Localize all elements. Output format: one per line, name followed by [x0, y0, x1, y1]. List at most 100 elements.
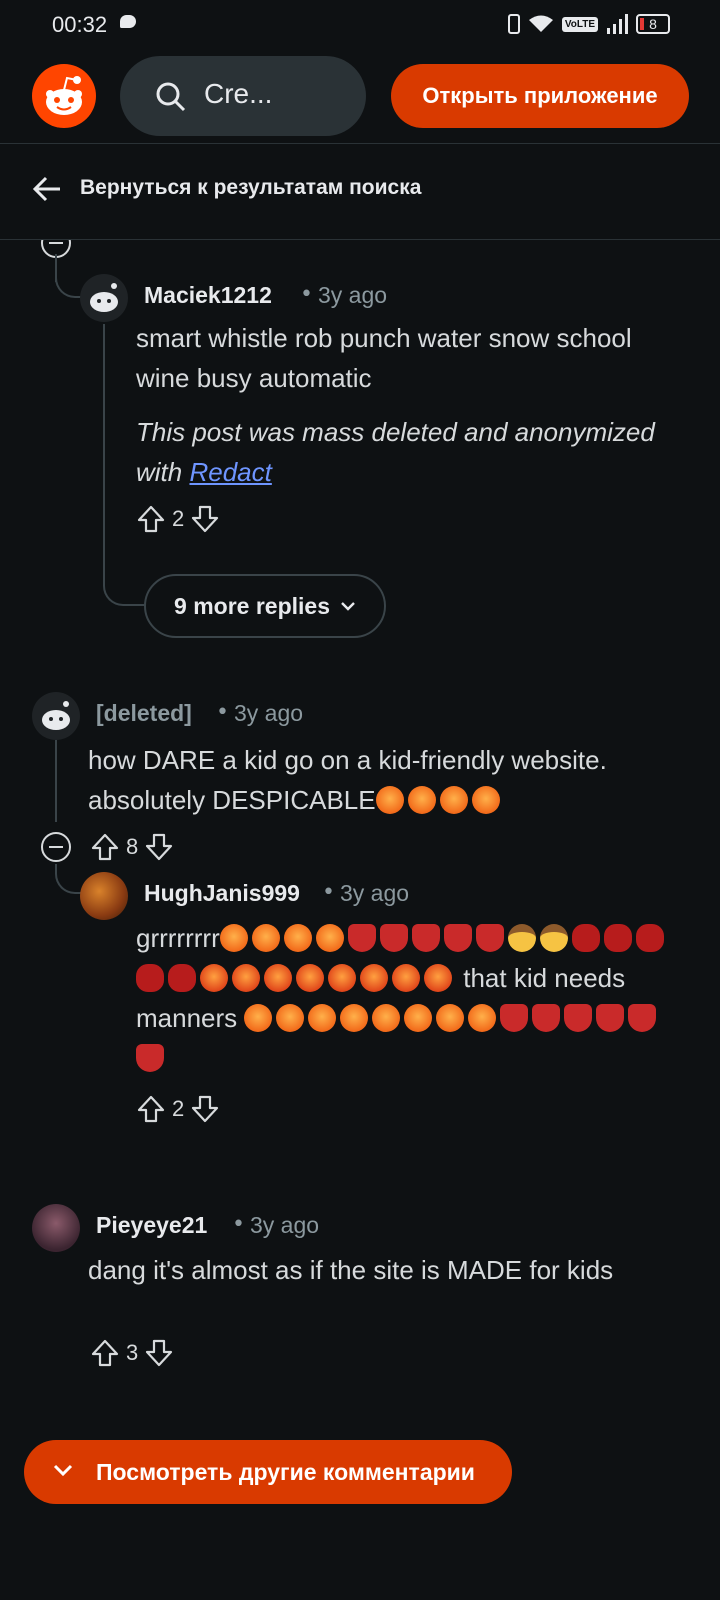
angry-emoji — [436, 1004, 465, 1032]
angry-emoji — [251, 924, 280, 952]
ogre-emoji — [168, 964, 196, 992]
comment-time: 3y ago — [318, 282, 388, 308]
top-app-bar: Cre... Открыть приложение — [0, 48, 720, 144]
angry-emoji — [404, 1004, 433, 1032]
search-field[interactable]: Cre... — [120, 56, 366, 136]
separator-dot: • — [300, 282, 313, 307]
collapse-thread-icon[interactable] — [41, 832, 71, 862]
downvote-icon[interactable] — [144, 1338, 174, 1368]
angry-emoji — [471, 786, 500, 814]
cursing-emoji — [328, 964, 356, 992]
comment-time: 3y ago — [234, 700, 304, 726]
snoo-avatar-icon — [42, 701, 70, 730]
cursing-emoji — [360, 964, 388, 992]
chevron-down-icon — [341, 602, 355, 611]
goblin-emoji — [500, 1004, 529, 1032]
more-replies-button[interactable]: 9 more replies — [144, 574, 386, 638]
goblin-emoji — [564, 1004, 593, 1032]
comment-username: [deleted] — [96, 700, 192, 726]
separator-dot: • — [216, 700, 229, 725]
comment-time: 3y ago — [340, 880, 410, 906]
search-query: Cre... — [204, 78, 273, 109]
comment-body: dang it's almost as if the site is MADE … — [88, 1250, 648, 1290]
angry-emoji — [407, 786, 436, 814]
comment-body: how DARE a kid go on a kid-friendly webs… — [88, 740, 688, 820]
goblin-emoji — [443, 924, 472, 952]
cowboy-emoji — [507, 924, 536, 952]
open-app-button[interactable]: Открыть приложение — [391, 64, 689, 128]
vote-bar: 3 — [90, 1336, 174, 1370]
comment-feed: Maciek1212 • 3y ago smart whistle rob pu… — [0, 240, 720, 1600]
angry-emoji — [276, 1004, 305, 1032]
cursing-emoji — [424, 964, 452, 992]
upvote-icon[interactable] — [136, 1094, 166, 1124]
avatar[interactable] — [80, 872, 128, 920]
ogre-emoji — [603, 924, 632, 952]
downvote-icon[interactable] — [190, 504, 220, 534]
vote-count: 2 — [172, 506, 185, 531]
angry-emoji — [439, 786, 468, 814]
goblin-emoji — [532, 1004, 561, 1032]
downvote-icon[interactable] — [190, 1094, 220, 1124]
vibrate-icon — [507, 14, 520, 34]
comment-text: dang it's almost as if the site is MADE … — [88, 1255, 614, 1285]
ogre-emoji — [136, 964, 164, 992]
vote-bar: 8 — [90, 830, 174, 864]
comment-body: grrrrrrrr that kid needs manners — [136, 918, 676, 1078]
goblin-emoji — [136, 1044, 164, 1072]
comment-username[interactable]: Maciek1212 — [144, 282, 272, 309]
upvote-icon[interactable] — [136, 504, 166, 534]
search-icon — [156, 82, 186, 112]
angry-emoji — [315, 924, 344, 952]
upvote-icon[interactable] — [90, 832, 120, 862]
thread-connector — [55, 274, 81, 298]
vote-bar: 2 — [136, 1092, 220, 1126]
view-more-comments-button[interactable]: Посмотреть другие комментарии — [24, 1440, 512, 1504]
snoo-avatar-icon — [90, 283, 118, 312]
avatar[interactable] — [32, 692, 80, 740]
goblin-emoji — [475, 924, 504, 952]
status-bar: 00:32 VoLTE 8 — [0, 0, 720, 48]
downvote-icon[interactable] — [144, 832, 174, 862]
angry-emoji — [340, 1004, 369, 1032]
comment-time: 3y ago — [250, 1212, 320, 1238]
cursing-emoji — [232, 964, 260, 992]
angry-emoji — [308, 1004, 337, 1032]
angry-emoji — [283, 924, 312, 952]
view-more-label: Посмотреть другие комментарии — [96, 1459, 475, 1485]
cowboy-emoji — [539, 924, 568, 952]
avatar[interactable] — [32, 1204, 80, 1252]
goblin-emoji — [411, 924, 440, 952]
comment-username[interactable]: Pieyeye21 — [96, 1212, 207, 1239]
goblin-emoji — [628, 1004, 657, 1032]
comment-username[interactable]: HughJanis999 — [144, 880, 300, 907]
comment-text: smart whistle rob punch water snow schoo… — [136, 323, 632, 393]
thread-line — [55, 740, 57, 822]
vote-count: 8 — [126, 834, 139, 859]
snoo-icon — [42, 76, 82, 120]
more-replies-label: 9 more replies — [174, 592, 330, 619]
cursing-emoji — [392, 964, 420, 992]
cursing-emoji — [200, 964, 228, 992]
chevron-down-icon — [53, 1464, 73, 1477]
ogre-emoji — [571, 924, 600, 952]
signal-icon — [607, 14, 628, 34]
comment-text-prefix: grrrrrrrr — [136, 923, 220, 953]
goblin-emoji — [596, 1004, 625, 1032]
separator-dot: • — [232, 1212, 245, 1237]
back-label: Вернуться к результатам поиска — [80, 176, 422, 199]
redact-link[interactable]: Redact — [189, 457, 271, 487]
comment-body: smart whistle rob punch water snow schoo… — [136, 318, 656, 398]
vote-count: 2 — [172, 1096, 185, 1121]
avatar[interactable] — [80, 274, 128, 322]
back-to-results-bar[interactable]: Вернуться к результатам поиска — [0, 144, 720, 240]
cursing-emoji — [296, 964, 324, 992]
reddit-logo[interactable] — [32, 64, 96, 128]
thread-line — [103, 324, 105, 564]
back-arrow-icon — [32, 176, 60, 202]
upvote-icon[interactable] — [90, 1338, 120, 1368]
vote-bar: 2 — [136, 502, 220, 536]
thread-connector — [103, 560, 145, 606]
ogre-emoji — [635, 924, 664, 952]
cursing-emoji — [264, 964, 292, 992]
